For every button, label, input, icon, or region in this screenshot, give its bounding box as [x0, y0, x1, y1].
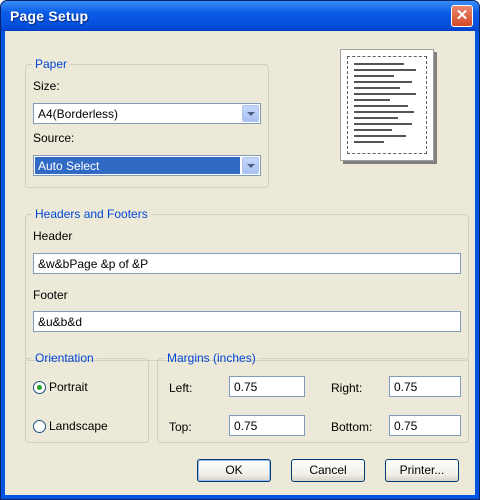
margin-bottom-input[interactable]: 0.75 — [389, 415, 461, 436]
margins-legend: Margins (inches) — [167, 351, 256, 365]
chevron-down-icon[interactable] — [242, 105, 259, 122]
margin-left-label: Left: — [169, 381, 193, 395]
page-preview — [340, 49, 437, 165]
margin-top-label: Top: — [169, 420, 192, 434]
close-button[interactable]: ✕ — [451, 5, 473, 27]
title-bar[interactable]: Page Setup ✕ — [1, 1, 479, 31]
preview-margins — [347, 56, 427, 154]
margin-top-input[interactable]: 0.75 — [229, 415, 305, 436]
printer-button[interactable]: Printer... — [385, 459, 459, 482]
header-label: Header — [33, 229, 73, 243]
preview-page — [340, 49, 434, 161]
source-value: Auto Select — [38, 159, 100, 173]
source-select[interactable]: Auto Select — [33, 155, 261, 176]
size-label: Size: — [33, 79, 60, 93]
dialog-title: Page Setup — [10, 8, 89, 24]
dialog-body: Paper Size: A4(Borderless) Source: Auto … — [5, 31, 475, 495]
margin-right-input[interactable]: 0.75 — [389, 376, 461, 397]
headers-footers-group: Headers and Footers — [25, 207, 469, 361]
size-select[interactable]: A4(Borderless) — [33, 103, 261, 124]
headers-footers-legend: Headers and Footers — [35, 207, 148, 221]
preview-text-line — [354, 93, 416, 95]
landscape-radio[interactable] — [33, 420, 46, 433]
margin-bottom-label: Bottom: — [331, 420, 373, 434]
preview-text-line — [354, 111, 414, 113]
cancel-button[interactable]: Cancel — [291, 459, 365, 482]
preview-text-line — [354, 99, 390, 101]
ok-button[interactable]: OK — [197, 459, 271, 482]
chevron-down-icon[interactable] — [242, 157, 259, 174]
page-setup-dialog: Page Setup ✕ Paper Size: A4(Borderless) … — [0, 0, 480, 500]
landscape-label[interactable]: Landscape — [49, 419, 108, 433]
preview-text-line — [354, 123, 412, 125]
preview-text-line — [354, 81, 412, 83]
header-input[interactable]: &w&bPage &p of &P — [33, 253, 461, 274]
size-value: A4(Borderless) — [38, 107, 119, 121]
portrait-label[interactable]: Portrait — [49, 380, 88, 394]
preview-text-line — [354, 63, 404, 65]
preview-text-line — [354, 105, 408, 107]
preview-text-line — [354, 69, 416, 71]
close-icon: ✕ — [455, 7, 469, 24]
source-label: Source: — [33, 131, 75, 145]
preview-text-line — [354, 141, 384, 143]
margin-left-input[interactable]: 0.75 — [229, 376, 305, 397]
preview-text-line — [354, 87, 400, 89]
orientation-legend: Orientation — [35, 351, 94, 365]
preview-text-line — [354, 75, 394, 77]
preview-text-line — [354, 117, 398, 119]
portrait-radio[interactable] — [33, 381, 46, 394]
margin-right-label: Right: — [331, 381, 363, 395]
preview-text-line — [354, 129, 392, 131]
paper-legend: Paper — [35, 57, 68, 71]
footer-label: Footer — [33, 288, 68, 302]
preview-text-line — [354, 135, 406, 137]
footer-input[interactable]: &u&b&d — [33, 311, 461, 332]
